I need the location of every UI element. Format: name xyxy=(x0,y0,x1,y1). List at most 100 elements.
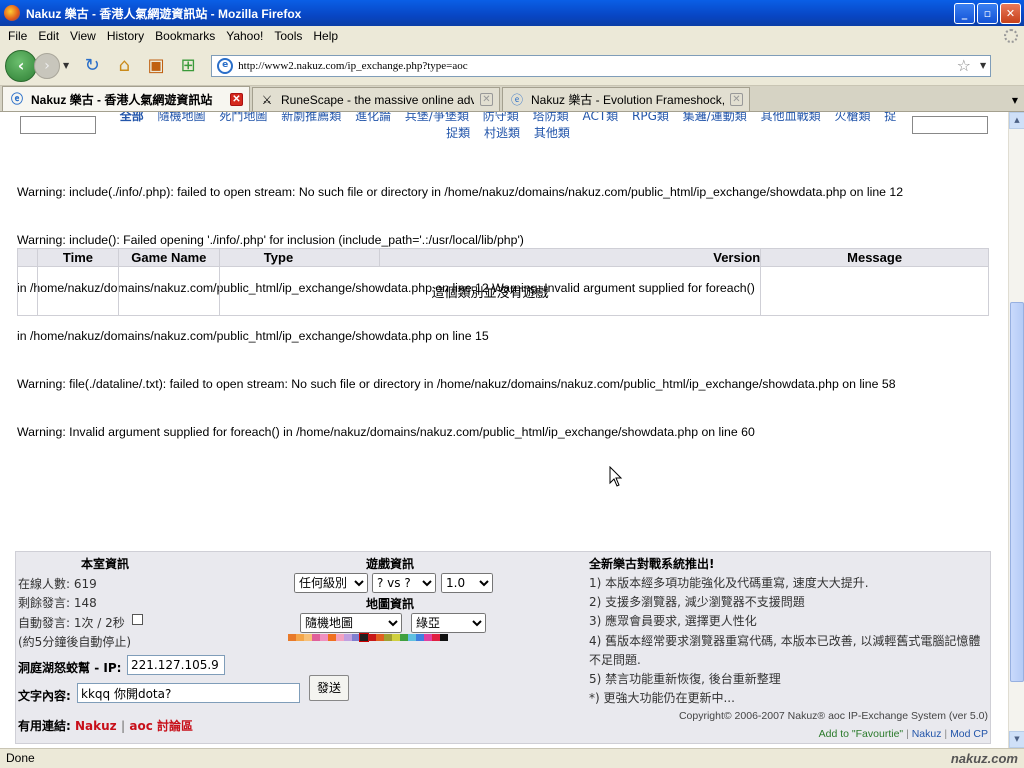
mod-cp-link[interactable]: Mod CP xyxy=(950,728,988,740)
menu-edit[interactable]: Edit xyxy=(38,29,59,43)
menu-yahoo[interactable]: Yahoo! xyxy=(226,29,263,43)
scroll-down-icon[interactable]: ▼ xyxy=(1009,731,1024,748)
table-header: Version xyxy=(378,248,762,267)
ip-input[interactable] xyxy=(127,655,225,675)
category-link[interactable]: 兵堡/爭堡類 xyxy=(405,112,469,123)
address-bar[interactable]: e ☆ ▼ xyxy=(211,54,992,77)
home-icon[interactable]: ⌂ xyxy=(111,53,137,79)
color-swatch[interactable] xyxy=(359,633,369,642)
menu-help[interactable]: Help xyxy=(313,29,338,43)
url-dropdown-icon[interactable]: ▼ xyxy=(980,61,986,70)
game-table: Time Game Name Type Version Message 這個類別… xyxy=(17,248,989,316)
color-swatch[interactable] xyxy=(328,634,336,641)
menu-view[interactable]: View xyxy=(70,29,96,43)
tab-close-icon[interactable]: ✕ xyxy=(480,93,493,106)
category-link[interactable]: 其他血戰類 xyxy=(761,112,821,123)
color-palette xyxy=(288,633,448,642)
back-button[interactable]: ‹ xyxy=(5,49,37,82)
category-link[interactable]: 防守類 xyxy=(483,112,519,123)
category-link[interactable]: 火槍類 xyxy=(834,112,870,123)
category-link[interactable]: 捉 xyxy=(884,112,896,123)
tab-evolution[interactable]: ⓔ Nakuz 樂古 - Evolution Frameshock, ··· ✕ xyxy=(502,87,750,111)
color-swatch[interactable] xyxy=(416,634,424,641)
color-swatch[interactable] xyxy=(296,634,304,641)
color-swatch[interactable] xyxy=(368,634,376,641)
color-swatch[interactable] xyxy=(424,634,432,641)
category-link[interactable]: 其他類 xyxy=(534,126,570,140)
text-content-label: 文字內容: xyxy=(18,689,71,703)
online-count: 在線人數: 619 xyxy=(18,577,97,591)
add-favourite-link[interactable]: Add to "Favourtie" xyxy=(819,728,904,740)
table-header: Game Name xyxy=(117,248,220,267)
news-item: 不足問題. xyxy=(589,652,641,667)
menu-bookmarks[interactable]: Bookmarks xyxy=(155,29,215,43)
warning-line: in /home/nakuz/domains/nakuz.com/public_… xyxy=(17,329,489,343)
color-swatch[interactable] xyxy=(288,634,296,641)
color-swatch[interactable] xyxy=(344,634,352,641)
category-link[interactable]: 死鬥地圖 xyxy=(219,112,267,123)
news-list: 1) 本版本經多項功能強化及代碼重寫, 速度大大提升. 2) 支援多瀏覽器, 減… xyxy=(589,574,980,708)
category-link[interactable]: 新劇推薦類 xyxy=(281,112,341,123)
tab-runescape[interactable]: ⚔ RuneScape - the massive online advent·… xyxy=(252,87,500,111)
category-link[interactable]: RPG類 xyxy=(632,112,669,123)
left-ad-box xyxy=(20,116,96,134)
vs-select[interactable]: ? vs ? xyxy=(372,573,436,593)
window-title: Nakuz 樂古 - 香港人氣網遊資訊站 - Mozilla Firefox xyxy=(26,6,302,21)
color-swatch[interactable] xyxy=(392,634,400,641)
color-swatch[interactable] xyxy=(320,634,328,641)
color-swatch[interactable] xyxy=(432,634,440,641)
maximize-button[interactable]: ▫ xyxy=(977,3,998,24)
version-select[interactable]: 1.0 xyxy=(441,573,493,593)
menu-file[interactable]: File xyxy=(8,29,27,43)
region-select[interactable]: 綠亞 xyxy=(411,613,486,633)
forward-button[interactable]: › xyxy=(34,52,60,79)
addon-icon[interactable]: ▣ xyxy=(143,53,169,79)
color-swatch[interactable] xyxy=(312,634,320,641)
category-bar: 全部 隨機地圖 死鬥地圖 新劇推薦類 進化論 兵堡/爭堡類 防守類 塔防類 AC… xyxy=(18,112,988,142)
page-content: 全部 隨機地圖 死鬥地圖 新劇推薦類 進化論 兵堡/爭堡類 防守類 塔防類 AC… xyxy=(0,112,1008,748)
color-swatch[interactable] xyxy=(384,634,392,641)
useful-links: 有用連結: Nakuz | aoc 討論區 xyxy=(18,717,193,734)
tab-close-icon[interactable]: ✕ xyxy=(230,92,243,106)
tab-close-icon[interactable]: ✕ xyxy=(730,93,743,106)
color-swatch[interactable] xyxy=(352,634,360,641)
minimize-button[interactable]: _ xyxy=(954,3,975,24)
send-button[interactable]: 發送 xyxy=(309,675,349,701)
tab-list-dropdown-icon[interactable]: ▼ xyxy=(1012,96,1018,105)
aoc-forum-link[interactable]: aoc 討論區 xyxy=(129,719,193,733)
menu-tools[interactable]: Tools xyxy=(274,29,302,43)
message-input[interactable] xyxy=(77,683,300,703)
scrollbar-thumb[interactable] xyxy=(1010,302,1024,682)
color-swatch[interactable] xyxy=(376,634,384,641)
color-swatch[interactable] xyxy=(304,634,312,641)
category-link[interactable]: 村逃類 xyxy=(484,126,520,140)
url-input[interactable] xyxy=(238,59,957,72)
category-link[interactable]: 捉類 xyxy=(446,126,470,140)
auto-post-checkbox[interactable] xyxy=(132,614,143,625)
category-link[interactable]: 集邏/運動類 xyxy=(683,112,747,123)
color-swatch[interactable] xyxy=(400,634,408,641)
scroll-up-icon[interactable]: ▲ xyxy=(1009,112,1024,129)
color-swatch[interactable] xyxy=(336,634,344,641)
vertical-scrollbar[interactable]: ▲ ▼ xyxy=(1008,112,1024,748)
tab-nakuz[interactable]: ⓔ Nakuz 樂古 - 香港人氣網遊資訊站 ✕ xyxy=(2,86,250,111)
color-swatch[interactable] xyxy=(408,634,416,641)
reload-icon[interactable]: ↻ xyxy=(79,53,105,79)
news-item: 1) 本版本經多項功能強化及代碼重寫, 速度大大提升. xyxy=(589,576,869,590)
category-link[interactable]: 塔防類 xyxy=(533,112,569,123)
history-dropdown-icon[interactable]: ▼ xyxy=(63,61,69,70)
footer-nakuz-link[interactable]: Nakuz xyxy=(912,728,942,740)
category-link[interactable]: ACT類 xyxy=(582,112,618,123)
category-link[interactable]: 全部 xyxy=(120,112,144,123)
category-link[interactable]: 進化論 xyxy=(355,112,391,123)
color-swatch[interactable] xyxy=(440,634,448,641)
menu-history[interactable]: History xyxy=(107,29,144,43)
nakuz-link[interactable]: Nakuz xyxy=(75,719,117,733)
category-link[interactable]: 隨機地圖 xyxy=(158,112,206,123)
map-select[interactable]: 隨機地圖 xyxy=(300,613,402,633)
new-tab-plus-icon[interactable]: ⊞ xyxy=(175,53,201,79)
close-window-button[interactable]: ✕ xyxy=(1000,3,1021,24)
level-select[interactable]: 任何級別 xyxy=(294,573,368,593)
bookmark-star-icon[interactable]: ☆ xyxy=(957,56,971,75)
news-item: 5) 禁言功能重新恢復, 後台重新整理 xyxy=(589,672,781,687)
